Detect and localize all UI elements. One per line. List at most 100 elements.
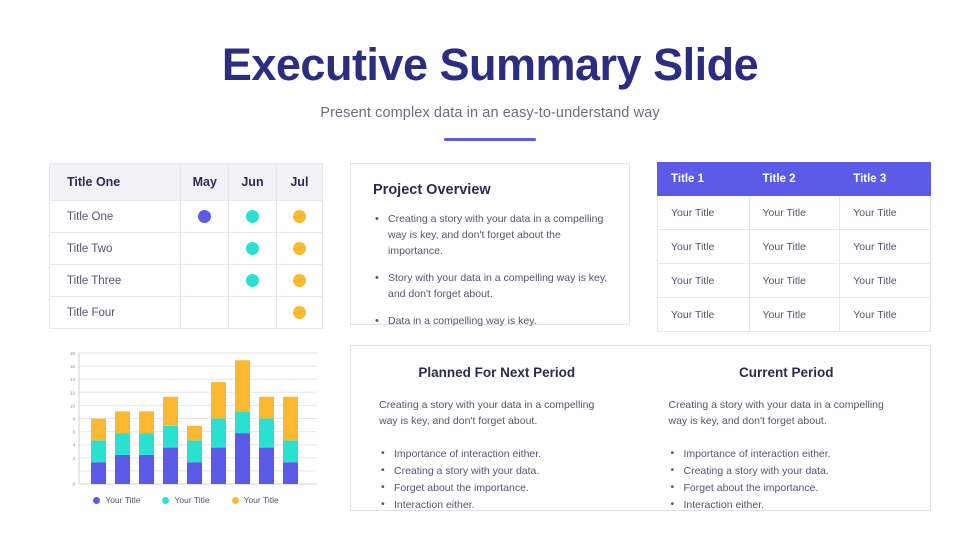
table-header-row: Title 1 Title 2 Title 3: [657, 162, 931, 196]
list-item: Importance of interaction either.: [379, 445, 615, 463]
status-matrix-head: Title One May Jun Jul: [48, 163, 324, 201]
list-item: Creating a story with your data.: [669, 462, 905, 480]
list-item: Creating a story with your data in a com…: [373, 211, 613, 260]
table-row: Your Title Your Title Your Title: [657, 229, 931, 264]
row-label: Title Two: [48, 232, 182, 265]
current-period-heading: Current Period: [738, 365, 834, 380]
svg-text:16: 16: [70, 364, 76, 369]
titles-table-head: Title 1 Title 2 Title 3: [657, 162, 931, 196]
page-subtitle: Present complex data in an easy-to-under…: [320, 104, 660, 121]
svg-text:10: 10: [70, 403, 76, 408]
project-overview-list: Creating a story with your data in a com…: [373, 211, 613, 330]
status-dot-icon: [245, 274, 259, 287]
legend-dot-icon: [162, 496, 170, 504]
table-cell: Your Title: [839, 195, 931, 230]
stacked-bar-chart: 18 16 14 12 10 8 6 4 2 0 Your Title Your…: [49, 345, 323, 515]
cell-jul: [275, 296, 324, 329]
status-dot-icon: [292, 306, 306, 319]
col-header-title-1: Title 1: [657, 162, 750, 196]
cell-may: [180, 264, 230, 297]
svg-text:2: 2: [72, 456, 75, 461]
list-item: Importance of interaction either.: [669, 445, 905, 463]
planned-next-period-heading: Planned For Next Period: [418, 365, 576, 380]
row-label: Title One: [48, 200, 182, 233]
svg-text:4: 4: [72, 443, 75, 448]
current-period-paragraph: Creating a story with your data in a com…: [668, 399, 884, 427]
table-cell: Your Title: [657, 297, 750, 332]
legend-item: Your Title: [162, 495, 210, 505]
legend-dot-icon: [93, 496, 101, 504]
status-dot-icon: [292, 210, 306, 223]
table-cell: Your Title: [657, 263, 750, 298]
svg-text:6: 6: [72, 430, 75, 435]
table-header-row: Title One May Jun Jul: [48, 163, 324, 201]
planned-next-period-paragraph: Creating a story with your data in a com…: [379, 399, 595, 427]
titles-table-body: Your Title Your Title Your Title Your Ti…: [657, 195, 931, 332]
col-header-title-3: Title 3: [839, 162, 931, 196]
table-cell: Your Title: [748, 263, 841, 298]
legend-label: Your Title: [105, 495, 141, 505]
planned-next-period-list: Importance of interaction either. Creati…: [379, 445, 615, 514]
chart-legend: Your Title Your Title Your Title: [49, 495, 323, 505]
cell-jun: [228, 200, 277, 233]
cell-jun: [228, 296, 277, 329]
svg-text:8: 8: [72, 417, 75, 422]
svg-text:0: 0: [72, 482, 75, 487]
list-item: Forget about the importance.: [379, 479, 615, 497]
col-header-jul: Jul: [275, 163, 324, 201]
row-label: Title Four: [48, 296, 182, 329]
cell-jul: [275, 200, 324, 233]
list-item: Data in a compelling way is key.: [373, 313, 613, 330]
slide-root: Executive Summary Slide Present complex …: [0, 0, 980, 551]
table-row: Title Three: [48, 264, 324, 297]
table-row: Title Two: [48, 232, 324, 265]
table-row: Your Title Your Title Your Title: [657, 297, 931, 332]
svg-text:18: 18: [70, 351, 76, 356]
status-matrix-table: Title One May Jun Jul Title One Title Tw…: [48, 163, 324, 329]
status-dot-icon: [245, 242, 259, 255]
cell-may: [180, 296, 230, 329]
list-item: Forget about the importance.: [669, 479, 905, 497]
current-period-list: Importance of interaction either. Creati…: [669, 445, 905, 514]
status-dot-icon: [292, 274, 306, 287]
chart-y-tick-labels: 18 16 14 12 10 8 6 4 2 0: [70, 351, 76, 487]
legend-label: Your Title: [243, 495, 279, 505]
project-overview-panel: Project Overview Creating a story with y…: [350, 163, 630, 329]
table-cell: Your Title: [748, 229, 841, 264]
cell-may: [180, 232, 230, 265]
table-cell: Your Title: [839, 263, 931, 298]
status-dot-icon: [292, 242, 306, 255]
legend-dot-icon: [231, 496, 239, 504]
current-period-column: Current Period Creating a story with you…: [641, 346, 931, 513]
col-header-may: May: [180, 163, 230, 201]
svg-text:14: 14: [70, 377, 76, 382]
legend-item: Your Title: [231, 495, 279, 505]
table-cell: Your Title: [748, 195, 841, 230]
status-dot-icon: [198, 210, 212, 223]
svg-text:12: 12: [70, 390, 76, 395]
col-header-title-2: Title 2: [748, 162, 841, 196]
status-dot-icon: [245, 210, 259, 223]
table-row: Your Title Your Title Your Title: [657, 195, 931, 230]
cell-jul: [275, 232, 324, 265]
table-cell: Your Title: [748, 297, 841, 332]
table-row: Title Four: [48, 296, 324, 329]
row-label: Title Three: [48, 264, 182, 297]
status-matrix-body: Title One Title Two Title Three Title Fo…: [48, 200, 324, 329]
chart-svg: 18 16 14 12 10 8 6 4 2 0: [70, 351, 317, 487]
page-title: Executive Summary Slide: [221, 39, 759, 90]
periods-panel: Planned For Next Period Creating a story…: [350, 345, 931, 514]
col-header-title: Title One: [48, 163, 182, 201]
cell-jun: [228, 264, 277, 297]
table-row: Your Title Your Title Your Title: [657, 263, 931, 298]
list-item: Creating a story with your data.: [379, 462, 615, 480]
cell-jun: [228, 232, 277, 265]
table-cell: Your Title: [839, 297, 931, 332]
col-header-jun: Jun: [228, 163, 277, 201]
table-cell: Your Title: [657, 229, 750, 264]
legend-label: Your Title: [174, 495, 210, 505]
legend-item: Your Title: [93, 495, 140, 505]
titles-table: Title 1 Title 2 Title 3 Your Title Your …: [657, 162, 931, 332]
table-row: Title One: [48, 200, 324, 233]
cell-may: [180, 200, 230, 233]
